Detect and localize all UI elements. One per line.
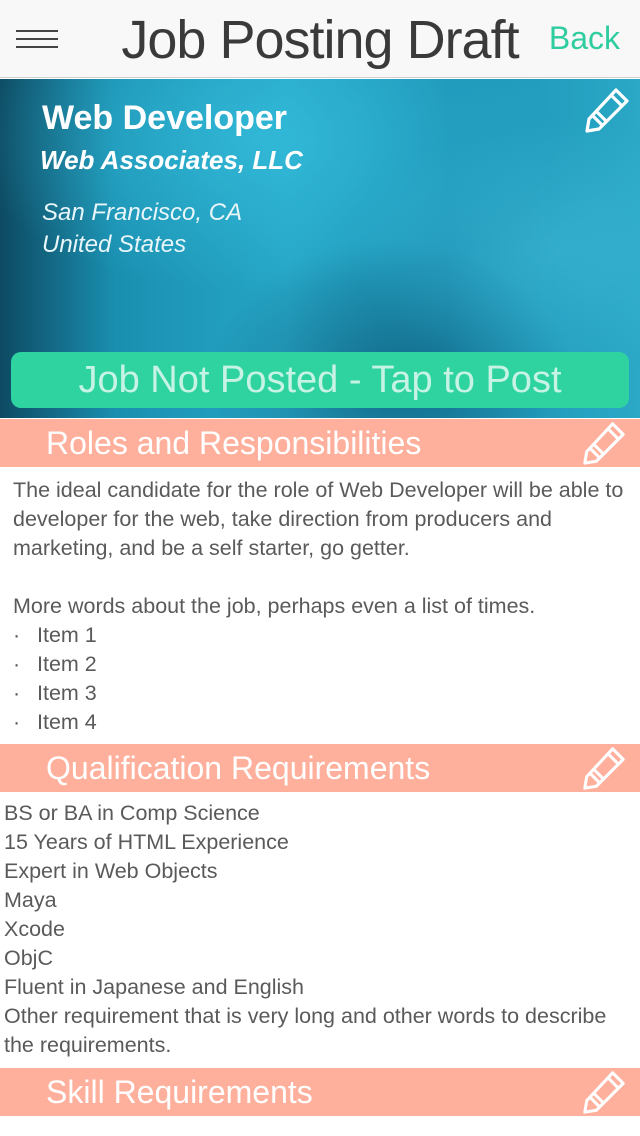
bullet: ·	[13, 710, 21, 734]
qualifications-content: BS or BA in Comp Science 15 Years of HTM…	[4, 799, 634, 1060]
pencil-icon[interactable]	[582, 85, 632, 135]
post-job-button[interactable]: Job Not Posted - Tap to Post	[11, 352, 629, 408]
nav-bar: Job Posting Draft Back	[0, 0, 640, 78]
qualification-item: Other requirement that is very long and …	[4, 1004, 607, 1057]
list-item: · Item 4	[13, 708, 633, 737]
bullet: ·	[13, 652, 21, 676]
job-location-country: United States	[42, 231, 187, 258]
list-item-label: Item 4	[37, 710, 97, 734]
qualifications-section-header: Qualification Requirements	[0, 744, 640, 792]
qualification-item: 15 Years of HTML Experience	[4, 830, 289, 854]
list-item-label: Item 1	[37, 623, 97, 647]
list-item-label: Item 3	[37, 681, 97, 705]
pencil-icon[interactable]	[580, 744, 628, 792]
skills-section-header: Skill Requirements	[0, 1068, 640, 1116]
bullet: ·	[13, 623, 21, 647]
page-title: Job Posting Draft	[121, 10, 519, 70]
hamburger-menu-icon[interactable]	[16, 26, 58, 52]
pencil-icon[interactable]	[580, 1068, 628, 1116]
qualification-item: Xcode	[4, 917, 65, 941]
qualification-item: Maya	[4, 888, 57, 912]
menu-line	[16, 46, 58, 48]
list-item: · Item 1	[13, 621, 633, 650]
list-item: · Item 2	[13, 650, 633, 679]
company-name: Web Associates, LLC	[40, 145, 303, 175]
roles-paragraph: More words about the job, perhaps even a…	[13, 594, 536, 618]
roles-content: The ideal candidate for the role of Web …	[13, 476, 633, 737]
section-title: Qualification Requirements	[46, 750, 431, 786]
list-item: · Item 3	[13, 679, 633, 708]
job-location-city: San Francisco, CA	[42, 199, 243, 226]
qualification-item: ObjC	[4, 946, 53, 970]
roles-list: · Item 1 · Item 2 · Item 3 · Item 4	[13, 621, 633, 737]
section-title: Skill Requirements	[46, 1074, 313, 1110]
qualification-item: Expert in Web Objects	[4, 859, 218, 883]
qualification-item: BS or BA in Comp Science	[4, 801, 260, 825]
job-title: Web Developer	[42, 99, 288, 137]
list-item-label: Item 2	[37, 652, 97, 676]
menu-line	[16, 30, 58, 32]
pencil-icon[interactable]	[580, 419, 628, 467]
roles-paragraph: The ideal candidate for the role of Web …	[13, 478, 624, 560]
job-summary-card: Web Developer Web Associates, LLC San Fr…	[0, 79, 640, 418]
back-button[interactable]: Back	[549, 18, 620, 58]
menu-line	[16, 38, 58, 40]
section-title: Roles and Responsibilities	[46, 425, 422, 461]
bullet: ·	[13, 681, 21, 705]
roles-section-header: Roles and Responsibilities	[0, 419, 640, 467]
qualification-item: Fluent in Japanese and English	[4, 975, 305, 999]
